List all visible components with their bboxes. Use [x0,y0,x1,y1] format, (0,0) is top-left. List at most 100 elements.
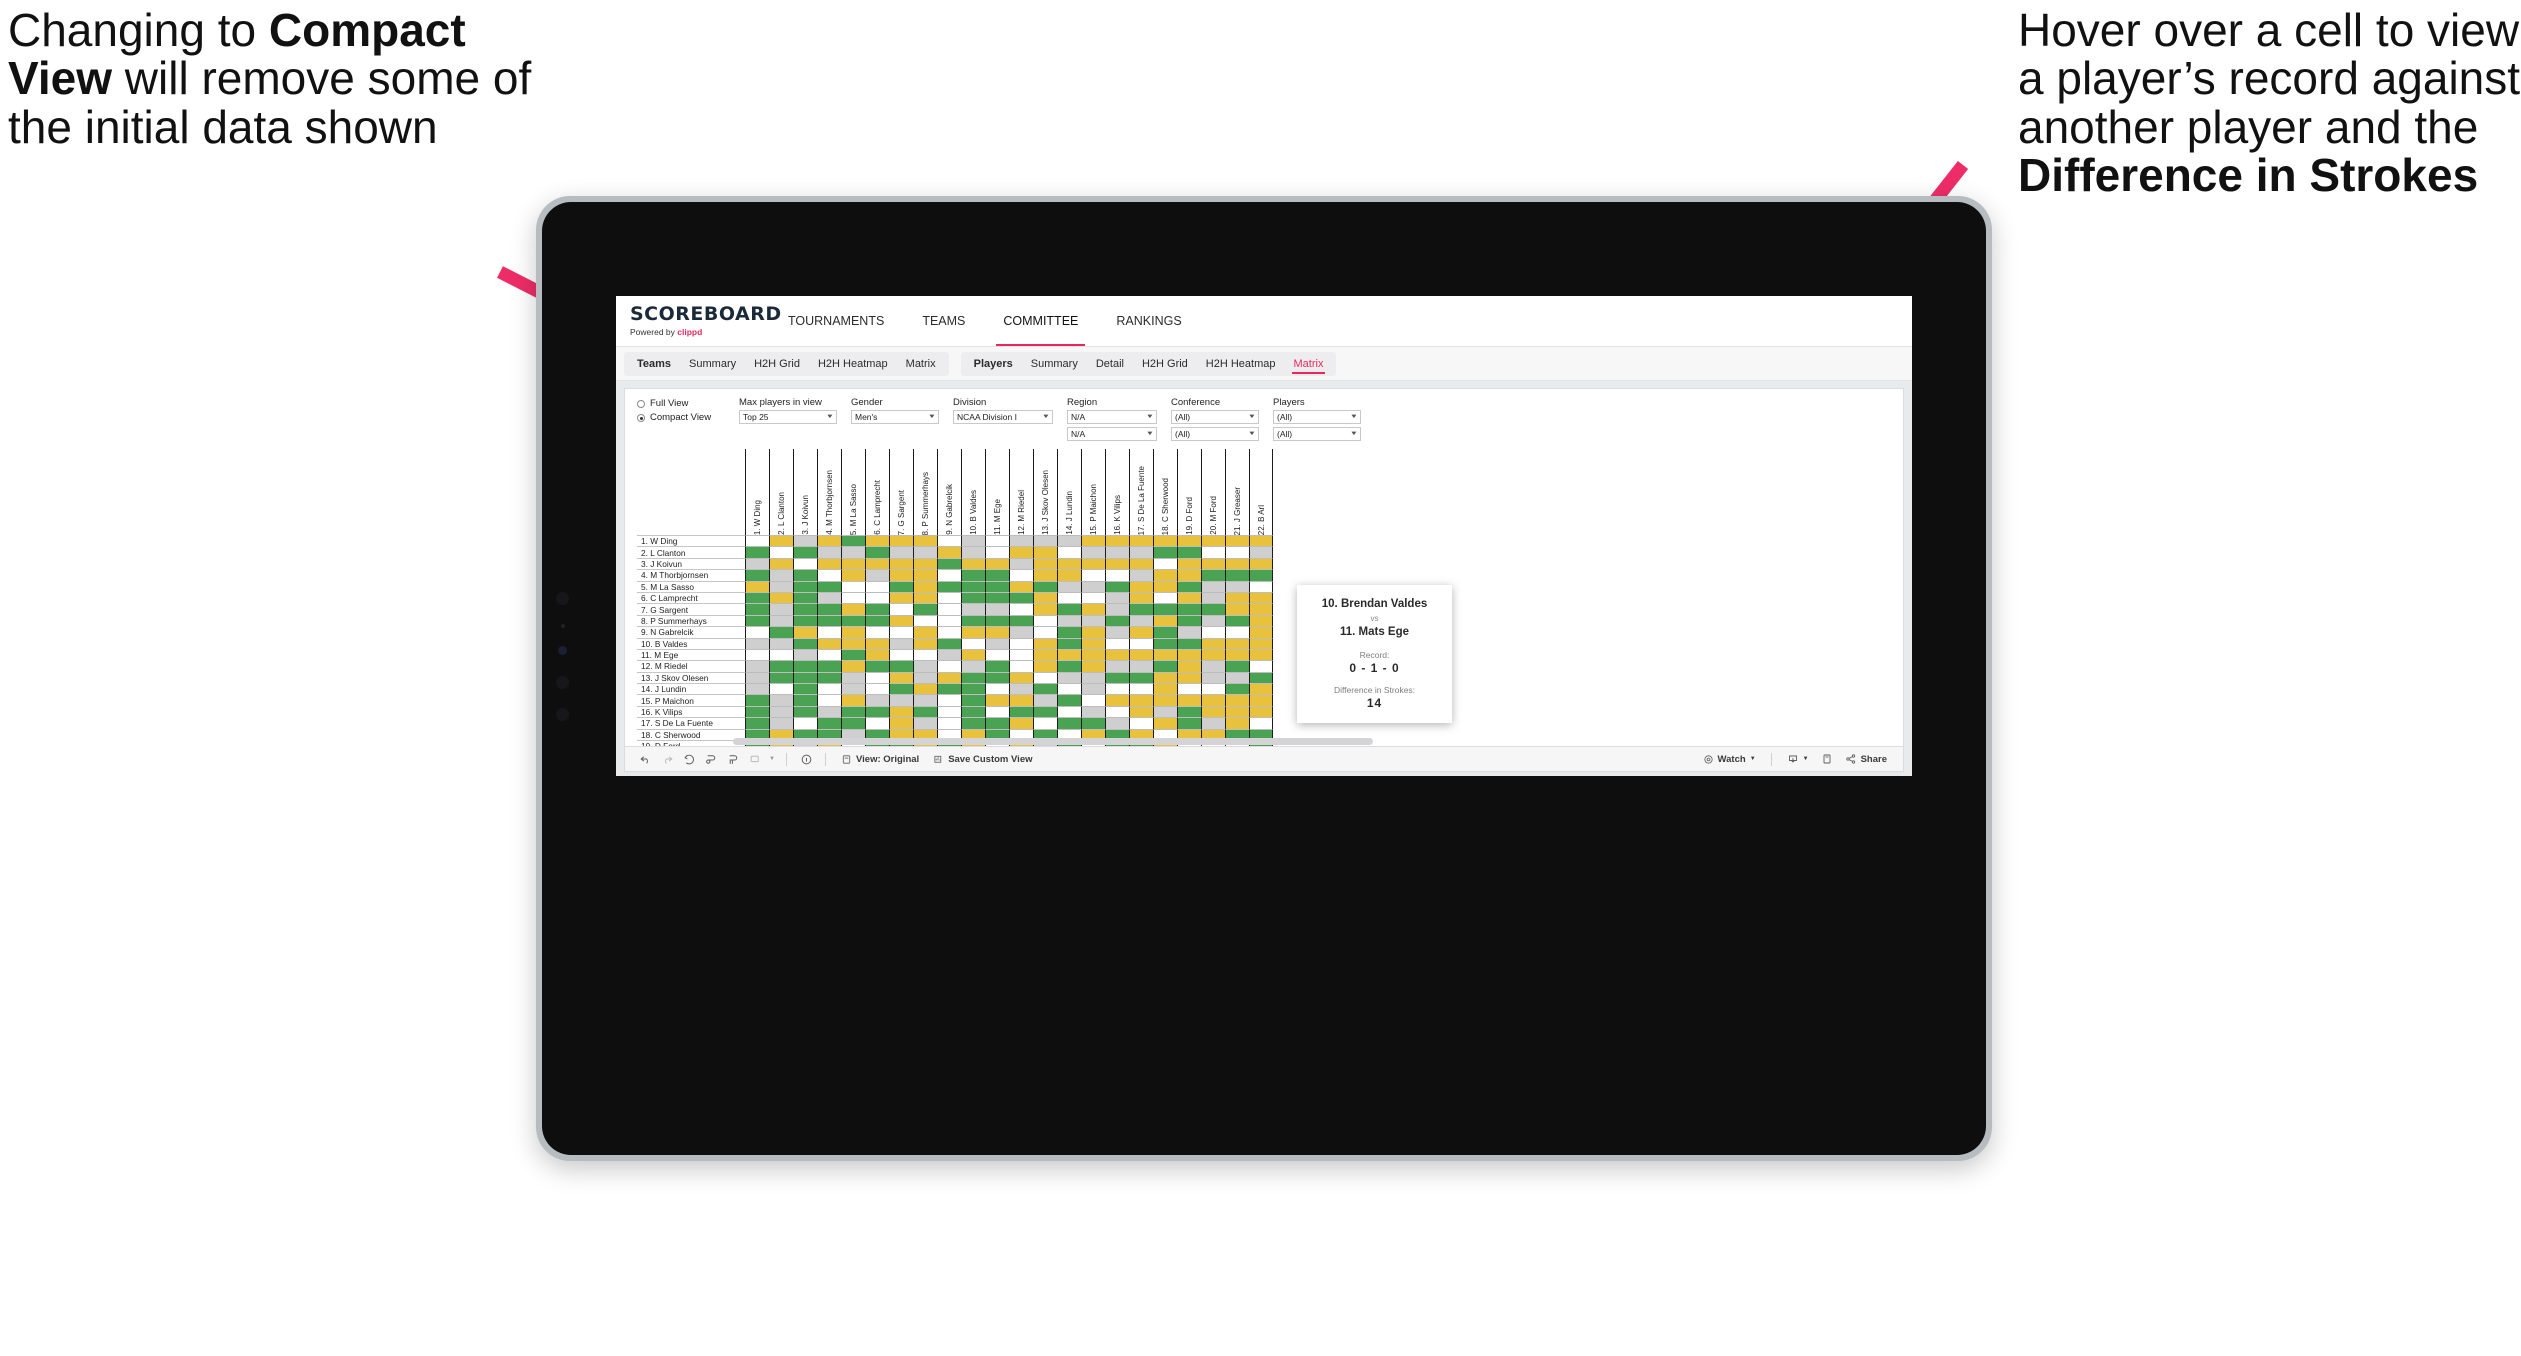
matrix-cell[interactable] [961,614,985,627]
matrix-cell[interactable] [1057,580,1081,592]
matrix-cell[interactable] [769,614,793,627]
matrix-cell[interactable] [1129,637,1153,649]
matrix-row-label[interactable]: 2. L Clanton [637,546,745,558]
matrix-row-label[interactable]: 5. M La Sasso [637,580,745,592]
subnav-item-detail[interactable]: Detail [1087,358,1133,370]
matrix-cell[interactable] [961,637,985,649]
matrix-cell[interactable] [961,717,985,729]
matrix-cell[interactable] [817,535,841,547]
matrix-cell[interactable] [889,614,913,627]
matrix-cell[interactable] [985,569,1009,581]
matrix-cell[interactable] [1033,580,1057,592]
matrix-cell[interactable] [961,569,985,581]
matrix-cell[interactable] [769,535,793,547]
matrix-row-label[interactable]: 6. C Lamprecht [637,591,745,603]
matrix-cell[interactable] [1249,705,1273,718]
matrix-cell[interactable] [1129,683,1153,695]
matrix-cell[interactable] [889,626,913,638]
matrix-cell[interactable] [1105,569,1129,581]
matrix-cell[interactable] [889,717,913,729]
matrix-cell[interactable] [1057,648,1081,661]
matrix-cell[interactable] [1105,614,1129,627]
matrix-cell[interactable] [745,694,769,706]
matrix-cell[interactable] [1249,671,1273,684]
matrix-cell[interactable] [1153,694,1177,706]
matrix-cell[interactable] [865,671,889,684]
matrix-cell[interactable] [793,717,817,729]
matrix-cell[interactable] [937,614,961,627]
matrix-cell[interactable] [985,546,1009,558]
matrix-cell[interactable] [865,603,889,615]
matrix-cell[interactable] [1225,569,1249,581]
matrix-cell[interactable] [1081,614,1105,627]
chevron-down-icon[interactable]: ▼ [1350,414,1358,420]
matrix-row-label[interactable]: 9. N Gabrelcik [637,626,745,637]
horizontal-scrollbar[interactable] [733,738,1373,745]
matrix-col-header[interactable]: 4. M Thorbjornsen [817,449,841,535]
matrix-cell[interactable] [1225,694,1249,706]
matrix-cell[interactable] [1105,557,1129,570]
matrix-cell[interactable] [1081,694,1105,706]
matrix-cell[interactable] [1249,614,1273,627]
matrix-cell[interactable] [1153,557,1177,570]
matrix-cell[interactable] [793,671,817,684]
matrix-cell[interactable] [1009,557,1033,570]
matrix-cell[interactable] [1129,591,1153,604]
matrix-cell[interactable] [1057,637,1081,649]
matrix-cell[interactable] [793,614,817,627]
revert-icon[interactable] [679,749,699,769]
subnav-item-matrix[interactable]: Matrix [1285,358,1333,374]
matrix-cell[interactable] [865,614,889,627]
matrix-cell[interactable] [1105,683,1129,695]
matrix-cell[interactable] [961,603,985,615]
refresh-icon[interactable] [701,749,721,769]
matrix-cell[interactable] [1225,557,1249,570]
matrix-cell[interactable] [913,557,937,570]
matrix-cell[interactable] [865,705,889,718]
matrix-cell[interactable] [1177,569,1201,581]
matrix-row-label[interactable]: 17. S De La Fuente [637,717,745,728]
matrix-cell[interactable] [841,648,865,661]
matrix-cell[interactable] [841,546,865,558]
matrix-cell[interactable] [889,637,913,649]
matrix-cell[interactable] [841,637,865,649]
matrix-col-header[interactable]: 19. D Ford [1177,449,1201,535]
matrix-cell[interactable] [1153,614,1177,627]
matrix-cell[interactable] [937,671,961,684]
matrix-cell[interactable] [1033,535,1057,547]
matrix-cell[interactable] [1033,569,1057,581]
matrix-cell[interactable] [1081,569,1105,581]
matrix-row-label[interactable]: 1. W Ding [637,535,745,546]
matrix-cell[interactable] [889,546,913,558]
nav-tab-committee[interactable]: COMMITTEE [984,296,1097,346]
matrix-cell[interactable] [937,683,961,695]
matrix-cell[interactable] [1153,626,1177,638]
matrix-cell[interactable] [1225,671,1249,684]
matrix-cell[interactable] [1033,614,1057,627]
matrix-cell[interactable] [937,580,961,592]
matrix-cell[interactable] [1009,683,1033,695]
matrix-col-header[interactable]: 17. S De La Fuente [1129,449,1153,535]
matrix-cell[interactable] [1225,717,1249,729]
matrix-cell[interactable] [769,694,793,706]
matrix-cell[interactable] [1009,580,1033,592]
matrix-cell[interactable] [817,694,841,706]
matrix-col-header[interactable]: 14. J Lundin [1057,449,1081,535]
matrix-cell[interactable] [1201,705,1225,718]
matrix-col-header[interactable]: 5. M La Sasso [841,449,865,535]
filter-select-players-0[interactable]: (All) ▼ [1273,410,1361,424]
matrix-cell[interactable] [913,648,937,661]
matrix-cell[interactable] [1081,717,1105,729]
matrix-cell[interactable] [865,591,889,604]
matrix-cell[interactable] [817,660,841,672]
matrix-cell[interactable] [985,637,1009,649]
matrix-cell[interactable] [1153,717,1177,729]
chevron-down-icon[interactable]: ▼ [1248,431,1256,437]
matrix-cell[interactable] [1033,660,1057,672]
matrix-cell[interactable] [1201,648,1225,661]
matrix-cell[interactable] [793,648,817,661]
matrix-cell[interactable] [745,637,769,649]
matrix-cell[interactable] [1105,705,1129,718]
subnav-item-h2h-heatmap[interactable]: H2H Heatmap [1197,358,1285,370]
matrix-cell[interactable] [1009,569,1033,581]
